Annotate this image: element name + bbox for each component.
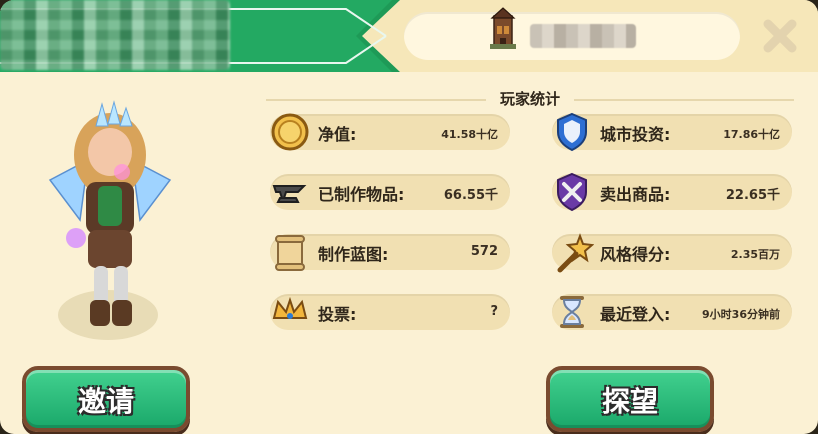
stat-label: 风格得分: bbox=[600, 245, 671, 264]
crossed-tools-shield-icon bbox=[557, 172, 587, 212]
player-avatar bbox=[48, 100, 172, 340]
stat-value: ? bbox=[490, 304, 498, 319]
stat-net-worth: 净值: 41.58十亿 bbox=[270, 113, 510, 151]
crown-icon bbox=[272, 296, 308, 319]
stat-city-investment: 城市投资: 17.86十亿 bbox=[552, 112, 792, 152]
gold-coin-icon bbox=[271, 113, 309, 151]
visit-button-label: 探望 bbox=[601, 385, 658, 418]
player-stats-title: 玩家统计 bbox=[499, 90, 560, 108]
stat-value: 572 bbox=[470, 244, 498, 259]
stat-label: 城市投资: bbox=[600, 125, 671, 144]
stat-items-sold: 卖出商品: 22.65千 bbox=[552, 172, 792, 212]
stat-crafted-items: 已制作物品: 66.55千 bbox=[270, 174, 510, 210]
stat-label: 净值: bbox=[318, 125, 357, 144]
close-x-icon[interactable] bbox=[760, 16, 800, 56]
stat-blueprints: 制作蓝图: 572 bbox=[270, 234, 510, 271]
visit-button[interactable]: 探望 bbox=[546, 366, 714, 432]
scroll-blueprint-icon bbox=[275, 235, 305, 271]
stat-value: 17.86十亿 bbox=[723, 128, 780, 141]
stat-label: 制作蓝图: bbox=[318, 245, 389, 264]
invite-button[interactable]: 邀请 bbox=[22, 366, 190, 432]
anvil-icon bbox=[272, 185, 307, 203]
stat-label: 已制作物品: bbox=[318, 185, 405, 204]
player-name-blurred bbox=[0, 0, 230, 70]
city-name-blurred bbox=[530, 24, 636, 48]
castle-city-icon bbox=[490, 7, 516, 49]
city-shield-icon bbox=[557, 112, 587, 152]
stat-last-login: 最近登入: 9小时36分钟前 bbox=[552, 294, 792, 330]
stat-label: 投票: bbox=[318, 305, 357, 324]
hourglass-icon bbox=[560, 296, 584, 328]
stat-label: 最近登入: bbox=[600, 305, 671, 324]
player-stats-panel: 玩家统计 净值: 41.58十亿 已制作物品: 66.55千 制作蓝图: 572… bbox=[0, 0, 818, 434]
stat-label: 卖出商品: bbox=[600, 185, 671, 204]
stat-value: 41.58十亿 bbox=[441, 128, 498, 141]
stat-value: 66.55千 bbox=[443, 188, 498, 203]
stat-value: 22.65千 bbox=[725, 188, 780, 203]
invite-button-label: 邀请 bbox=[77, 385, 134, 418]
stat-value: 2.35百万 bbox=[730, 248, 780, 261]
stat-votes: 投票: ? bbox=[270, 294, 510, 330]
stat-style-score: 风格得分: 2.35百万 bbox=[552, 233, 792, 273]
stat-value: 9小时36分钟前 bbox=[702, 308, 780, 321]
star-wand-icon bbox=[557, 233, 594, 273]
